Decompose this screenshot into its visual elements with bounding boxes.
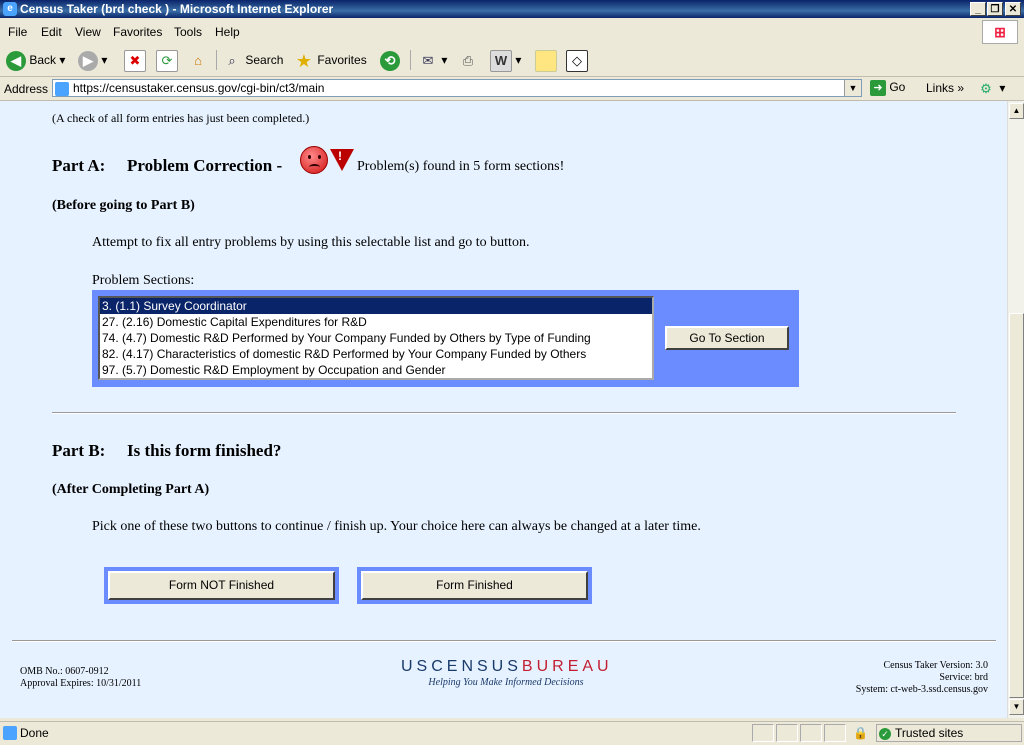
divider [52, 412, 956, 414]
security-zone[interactable]: ✓ Trusted sites [876, 724, 1022, 742]
status-bar: Done 🔒 ✓ Trusted sites [0, 721, 1024, 745]
not-finished-wrap: Form NOT Finished [104, 567, 339, 604]
title-bar: e Census Taker (brd check ) - Microsoft … [0, 0, 1024, 18]
check-note: (A check of all form entries has just be… [52, 111, 310, 125]
refresh-icon: ⟳ [156, 49, 178, 72]
menu-tools[interactable]: Tools [174, 25, 202, 39]
address-bar: Address https://censustaker.census.gov/c… [0, 77, 1024, 101]
problem-sections-list[interactable]: 3. (1.1) Survey Coordinator 27. (2.16) D… [98, 296, 654, 380]
toolbar: ◀ Back ▾ ▶ ▾ ✖ ⟳ ⌂ ⌕ Search ★ Favorites … [0, 44, 1024, 77]
scroll-up-button[interactable]: ▲ [1009, 103, 1024, 119]
status-text: Done [20, 726, 49, 740]
search-button[interactable]: ⌕ Search [222, 47, 283, 73]
note-icon [535, 49, 557, 72]
star-icon: ★ [295, 50, 313, 71]
menu-edit[interactable]: Edit [41, 25, 62, 39]
page-content: (A check of all form entries has just be… [0, 101, 1007, 718]
list-item[interactable]: 97. (5.7) Domestic R&D Employment by Occ… [100, 362, 652, 378]
stop-button[interactable]: ✖ [124, 47, 146, 73]
scroll-thumb[interactable] [1009, 313, 1024, 698]
forward-button[interactable]: ▶ ▾ [78, 47, 107, 73]
lock-icon: 🔒 [853, 726, 868, 740]
form-not-finished-button[interactable]: Form NOT Finished [108, 571, 335, 600]
refresh-button[interactable]: ⟳ [156, 47, 178, 73]
edit-button[interactable]: W ▾ [490, 47, 521, 73]
address-dropdown-button[interactable]: ▼ [844, 80, 861, 96]
windows-logo-icon: ⊞ [982, 20, 1018, 44]
page-done-icon [3, 726, 17, 740]
sad-face-icon [300, 146, 328, 174]
home-icon: ⌂ [194, 52, 202, 68]
problem-sections-label: Problem Sections: [92, 273, 195, 288]
omb-info: OMB No.: 0607-0912 Approval Expires: 10/… [20, 666, 142, 689]
stop-icon: ✖ [124, 49, 146, 72]
back-arrow-icon: ◀ [6, 50, 26, 71]
notes-button[interactable] [535, 47, 557, 73]
finished-wrap: Form Finished [357, 567, 592, 604]
part-b-subtitle: (After Completing Part A) [52, 482, 210, 497]
ie-app-icon[interactable]: e [3, 2, 17, 16]
home-button[interactable]: ⌂ [188, 47, 208, 73]
part-b-instruction: Pick one of these two buttons to continu… [92, 519, 701, 534]
forward-arrow-icon: ▶ [78, 50, 98, 71]
vertical-scrollbar[interactable]: ▲ ▼ [1007, 101, 1024, 718]
messenger-button[interactable]: ◇ [566, 47, 588, 73]
part-a-instruction: Attempt to fix all entry problems by usi… [92, 235, 530, 250]
form-finished-button[interactable]: Form Finished [361, 571, 588, 600]
back-button[interactable]: ◀ Back ▾ [6, 47, 65, 73]
history-icon: ⟲ [380, 50, 400, 71]
search-icon: ⌕ [228, 52, 236, 68]
part-b-heading: Part B: Is this form finished? [52, 441, 282, 460]
history-button[interactable]: ⟲ [380, 47, 400, 73]
print-button[interactable]: ⎙ [458, 47, 478, 73]
mail-button[interactable]: ✉ ▾ [418, 47, 448, 73]
part-a-heading: Part A: Problem Correction - [52, 156, 283, 175]
list-item[interactable]: 82. (4.17) Characteristics of domestic R… [100, 346, 652, 362]
menu-view[interactable]: View [75, 25, 101, 39]
word-edit-icon: W [490, 49, 512, 72]
menu-file[interactable]: File [8, 25, 27, 39]
logo-tagline: Helping You Make Informed Decisions [428, 677, 584, 688]
minimize-button[interactable]: _ [970, 2, 986, 16]
maximize-button[interactable]: ❐ [987, 2, 1003, 16]
favorites-button[interactable]: ★ Favorites [294, 47, 367, 73]
list-item[interactable]: 74. (4.7) Domestic R&D Performed by Your… [100, 330, 652, 346]
go-button[interactable]: ➜ Go [870, 80, 905, 96]
window-title: Census Taker (brd check ) - Microsoft In… [20, 2, 334, 16]
part-a-subtitle: (Before going to Part B) [52, 198, 195, 213]
list-item[interactable]: 3. (1.1) Survey Coordinator [100, 298, 652, 314]
address-input[interactable]: https://censustaker.census.gov/cgi-bin/c… [52, 79, 862, 97]
problem-sections-panel: 3. (1.1) Survey Coordinator 27. (2.16) D… [92, 290, 799, 387]
scroll-down-button[interactable]: ▼ [1009, 699, 1024, 715]
menu-bar: File Edit View Favorites Tools Help ⊞ [0, 18, 1024, 45]
mail-icon: ✉ [422, 52, 434, 68]
links-button[interactable]: Links » [926, 81, 964, 95]
trusted-check-icon: ✓ [879, 727, 891, 740]
list-item[interactable]: 27. (2.16) Domestic Capital Expenditures… [100, 314, 652, 330]
go-to-section-button[interactable]: Go To Section [665, 326, 789, 350]
go-arrow-icon: ➜ [870, 80, 886, 96]
close-button[interactable]: ✕ [1005, 2, 1021, 16]
tools-extra-button[interactable]: ⚙ ▾ [976, 75, 1005, 101]
messenger-icon: ◇ [566, 49, 588, 72]
print-icon: ⎙ [462, 52, 474, 68]
gear-icon: ⚙ [980, 80, 992, 96]
problem-status: Problem(s) found in 5 form sections! [357, 159, 565, 174]
menu-help[interactable]: Help [215, 25, 240, 39]
warning-icon [330, 149, 354, 171]
address-label: Address [4, 82, 49, 96]
census-bureau-logo: USCENSUSBUREAU Helping You Make Informed… [401, 658, 613, 688]
footer-divider [12, 640, 996, 642]
version-info: Census Taker Version: 3.0 Service: brd S… [855, 660, 988, 695]
menu-favorites[interactable]: Favorites [113, 25, 162, 39]
page-icon [55, 81, 69, 96]
